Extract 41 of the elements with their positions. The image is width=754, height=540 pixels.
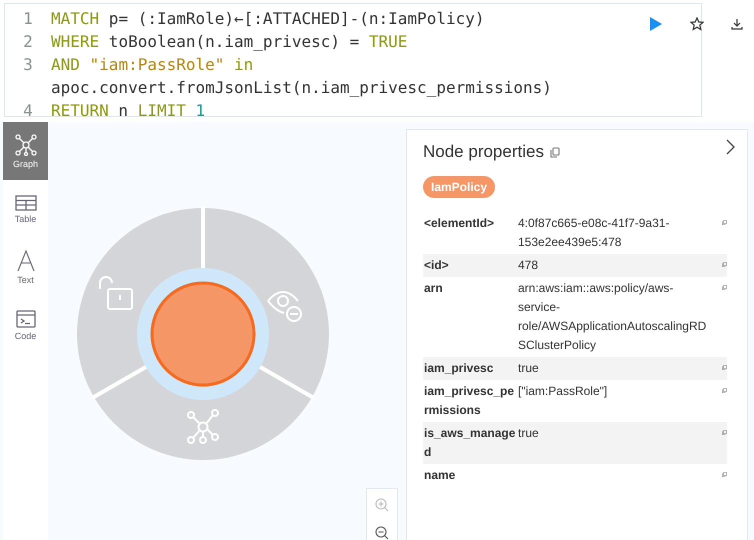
code-line: WHERE toBoolean(n.iam_privesc) = TRUE <box>51 31 408 53</box>
property-key: <elementId> <box>424 214 518 233</box>
view-tab[interactable]: Code <box>3 296 48 354</box>
terminal-icon <box>16 310 36 328</box>
code-line: AND "iam:PassRole" in <box>51 54 254 76</box>
code-line: apoc.convert.fromJsonList(n.iam_privesc_permissions) <box>51 77 552 99</box>
copy-icon[interactable] <box>722 259 727 270</box>
zoom-out-icon[interactable] <box>375 526 389 540</box>
view-tab[interactable]: Table <box>3 180 48 238</box>
property-key: iam_privesc <box>424 359 518 378</box>
run-icon[interactable] <box>649 16 663 32</box>
letter-icon <box>16 250 34 272</box>
copy-icon[interactable] <box>722 217 727 228</box>
view-tab[interactable]: Text <box>3 238 48 296</box>
line-number: 2 <box>22 31 34 53</box>
property-key: name <box>424 466 518 485</box>
node-menu-drawing[interactable] <box>76 207 330 461</box>
line-number: 3 <box>22 54 34 76</box>
copy-icon[interactable] <box>722 469 727 480</box>
view-tab[interactable]: Graph <box>3 122 48 180</box>
copy-icon[interactable] <box>722 427 727 438</box>
copy-icon[interactable] <box>722 282 727 293</box>
property-key: arn <box>424 279 518 298</box>
query-editor[interactable]: 1 MATCH p= (:IamRole)←[:ATTACHED]-(n:IamPolicy) 2 WHERE toBoolean(n.iam_privesc) = TRUE 3 AND "iam:PassRole" in apoc.convert.fromJsonList(n.iam_privesc_permissions) 4 RETURN n LIMIT 1 <box>4 3 702 117</box>
chevron-right-icon[interactable] <box>725 139 735 155</box>
property-value: 4:0f87c665-e08c-41f7-9a31-153e2ee439e5:478 <box>518 215 670 251</box>
line-number: 1 <box>22 8 34 30</box>
property-value: ["iam:PassRole"] <box>518 383 608 400</box>
property-key: <id> <box>424 256 518 275</box>
property-value: 478 <box>518 257 540 274</box>
download-icon[interactable] <box>731 18 743 30</box>
graph-icon <box>14 134 36 156</box>
property-value: true <box>518 425 540 442</box>
copy-icon[interactable] <box>550 146 560 158</box>
code-line: MATCH p= (:IamRole)←[:ATTACHED]-(n:IamPolicy) <box>51 8 484 30</box>
copy-icon[interactable] <box>722 362 727 373</box>
star-icon[interactable] <box>690 17 704 31</box>
table-icon <box>14 194 36 210</box>
copy-icon[interactable] <box>722 385 727 396</box>
property-value: true <box>518 360 540 377</box>
panel-title: Node properties <box>423 142 544 162</box>
